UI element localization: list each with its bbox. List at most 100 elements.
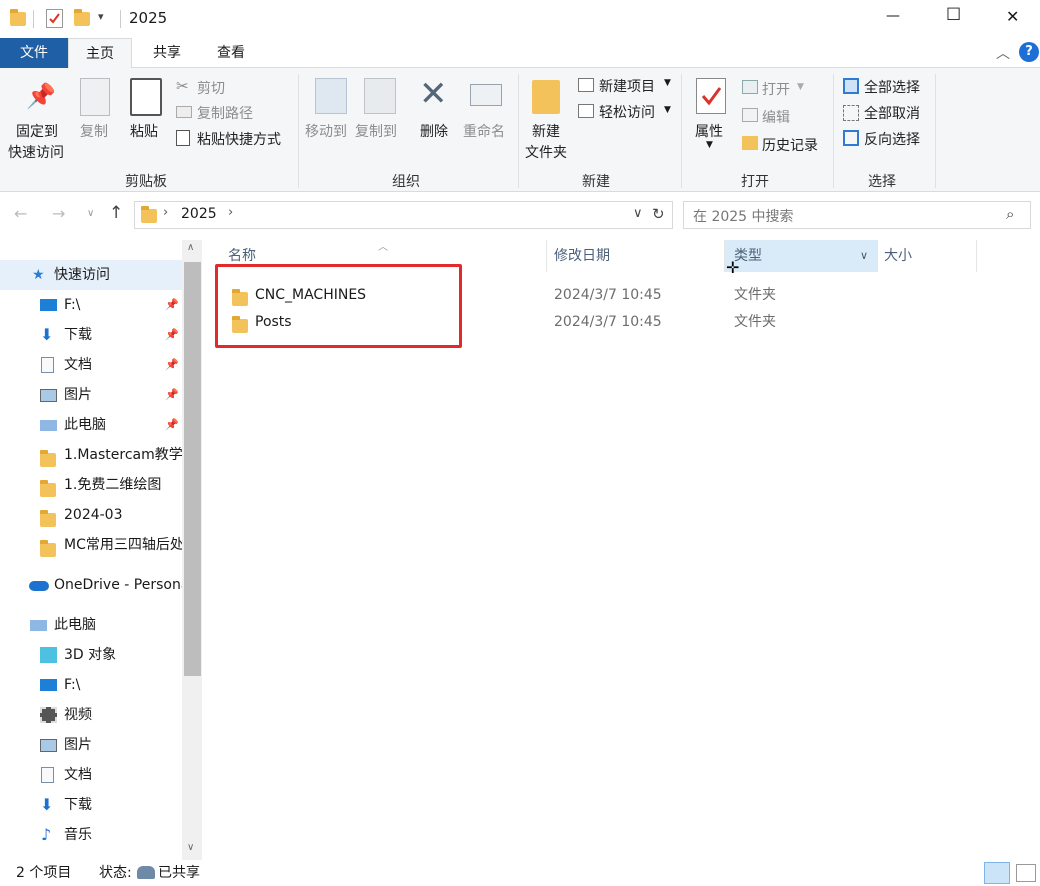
tab-share[interactable]: 共享 xyxy=(138,38,196,68)
nav-label: 图片 xyxy=(64,387,92,403)
column-separator[interactable] xyxy=(546,240,547,272)
nav-label: 图片 xyxy=(64,737,92,753)
chevron-down-icon: ▼ xyxy=(664,105,671,115)
scrollbar-thumb[interactable] xyxy=(184,262,201,676)
search-input[interactable]: 在 2025 中搜索 ⌕ xyxy=(683,201,1031,229)
new-folder-qat-icon[interactable] xyxy=(74,9,90,30)
pin-icon: 📌 xyxy=(165,418,179,431)
collapse-ribbon-icon[interactable]: ︿ xyxy=(996,43,1010,63)
tab-home[interactable]: 主页 xyxy=(68,38,132,69)
monitor-icon xyxy=(40,299,57,311)
tab-file[interactable]: 文件 xyxy=(0,38,68,68)
maximize-button[interactable]: ☐ xyxy=(946,5,961,25)
nav-folder-2024-03[interactable]: 2024-03 xyxy=(0,500,182,530)
rename-icon xyxy=(470,84,502,106)
nav-documents[interactable]: 文档 📌 xyxy=(0,350,182,380)
pin-icon: 📌 xyxy=(165,298,179,311)
tab-view[interactable]: 查看 xyxy=(202,38,260,68)
file-type: 文件夹 xyxy=(734,287,776,303)
nav-label: 下载 xyxy=(64,797,92,813)
breadcrumb-chevron-icon[interactable]: › xyxy=(163,205,168,220)
folder-icon xyxy=(141,206,157,227)
computer-icon xyxy=(40,420,57,431)
address-input[interactable]: › 2025 › ∨ ↻ xyxy=(134,201,673,229)
new-group-label: 新建 xyxy=(582,174,610,190)
nav-label: F:\ xyxy=(64,677,81,693)
pin-label-1: 固定到 xyxy=(16,124,58,140)
up-arrow-icon[interactable]: ↑ xyxy=(109,203,123,223)
column-filter-dropdown-icon[interactable]: ∨ xyxy=(860,249,868,262)
group-separator xyxy=(298,74,299,188)
nav-quick-access[interactable]: ★ 快速访问 xyxy=(0,260,182,290)
nav-drive-f[interactable]: F:\ 📌 xyxy=(0,290,182,320)
back-arrow-icon[interactable]: ← xyxy=(14,204,27,223)
forward-arrow-icon[interactable]: → xyxy=(52,204,65,223)
nav-downloads[interactable]: ⬇ 下载 📌 xyxy=(0,320,182,350)
nav-label: 1.免费二维绘图 xyxy=(64,477,162,493)
large-icons-view-button[interactable] xyxy=(1016,864,1036,882)
nav-scrollbar[interactable]: ∧ ∨ xyxy=(182,240,202,860)
folder-icon xyxy=(40,478,57,497)
address-dropdown-icon[interactable]: ∨ xyxy=(633,206,643,221)
refresh-icon[interactable]: ↻ xyxy=(652,205,665,223)
copy-to-icon xyxy=(364,78,396,114)
nav-this-pc-quick[interactable]: 此电脑 📌 xyxy=(0,410,182,440)
paste-shortcut-label: 粘贴快捷方式 xyxy=(197,132,281,148)
nav-folder-mastercam[interactable]: 1.Mastercam教学 xyxy=(0,440,182,470)
nav-documents-pc[interactable]: 文档 xyxy=(0,760,182,790)
nav-drive-f-pc[interactable]: F:\ xyxy=(0,670,182,700)
column-header-date[interactable]: 修改日期 xyxy=(554,240,610,272)
nav-music[interactable]: ♪ 音乐 xyxy=(0,820,182,850)
chevron-down-icon: ▼ xyxy=(664,78,671,88)
cut-label: 剪切 xyxy=(197,81,225,97)
nav-folder-mc-post[interactable]: MC常用三四轴后处 xyxy=(0,530,182,560)
nav-pictures-pc[interactable]: 图片 xyxy=(0,730,182,760)
window-title: 2025 xyxy=(129,9,168,27)
minimize-button[interactable]: — xyxy=(886,8,900,24)
file-date: 2024/3/7 10:45 xyxy=(554,314,662,330)
scroll-down-icon[interactable]: ∨ xyxy=(187,842,194,853)
folder-icon xyxy=(40,508,57,527)
recent-dropdown-icon[interactable]: ∨ xyxy=(87,208,94,219)
scroll-up-icon[interactable]: ∧ xyxy=(187,242,194,253)
copy-icon xyxy=(80,78,110,116)
nav-onedrive[interactable]: OneDrive - Personal xyxy=(0,570,182,600)
edit-icon xyxy=(742,108,758,122)
column-separator[interactable] xyxy=(976,240,977,272)
chevron-down-icon: ▼ xyxy=(797,82,804,92)
nav-videos[interactable]: 视频 xyxy=(0,700,182,730)
close-button[interactable]: ✕ xyxy=(1006,7,1019,26)
nav-label: MC常用三四轴后处 xyxy=(64,537,182,553)
search-icon[interactable]: ⌕ xyxy=(1006,205,1014,223)
nav-label: 下载 xyxy=(64,327,92,343)
nav-pictures[interactable]: 图片 📌 xyxy=(0,380,182,410)
breadcrumb-2025[interactable]: 2025 xyxy=(181,206,217,222)
copy-path-label: 复制路径 xyxy=(197,106,253,122)
column-header-size[interactable]: 大小 xyxy=(884,240,912,272)
new-item-label: 新建项目 xyxy=(599,79,655,95)
star-icon: ★ xyxy=(32,267,45,283)
title-divider xyxy=(120,10,121,28)
qat-dropdown-icon[interactable]: ▾ xyxy=(98,10,104,23)
nav-this-pc[interactable]: 此电脑 xyxy=(0,610,182,640)
download-arrow-icon: ⬇ xyxy=(40,325,54,344)
nav-3d-objects[interactable]: 3D 对象 xyxy=(0,640,182,670)
details-view-button[interactable] xyxy=(984,862,1010,884)
nav-downloads-pc[interactable]: ⬇ 下载 xyxy=(0,790,182,820)
open-label: 打开 xyxy=(762,82,790,98)
file-date: 2024/3/7 10:45 xyxy=(554,287,662,303)
easy-access-icon xyxy=(578,104,594,118)
cube-icon xyxy=(40,647,57,663)
properties-check-icon[interactable] xyxy=(46,9,63,28)
search-placeholder: 在 2025 中搜索 xyxy=(693,209,794,225)
pin-icon: 📌 xyxy=(165,358,179,371)
column-separator[interactable] xyxy=(877,240,878,272)
copy-label: 复制 xyxy=(80,124,108,140)
breadcrumb-chevron-icon[interactable]: › xyxy=(228,205,233,220)
group-separator xyxy=(681,74,682,188)
select-all-label: 全部选择 xyxy=(864,80,920,96)
folder-icon xyxy=(10,9,26,30)
move-to-label: 移动到 xyxy=(305,124,347,140)
nav-folder-2d-drawing[interactable]: 1.免费二维绘图 xyxy=(0,470,182,500)
help-icon[interactable]: ? xyxy=(1019,42,1039,62)
